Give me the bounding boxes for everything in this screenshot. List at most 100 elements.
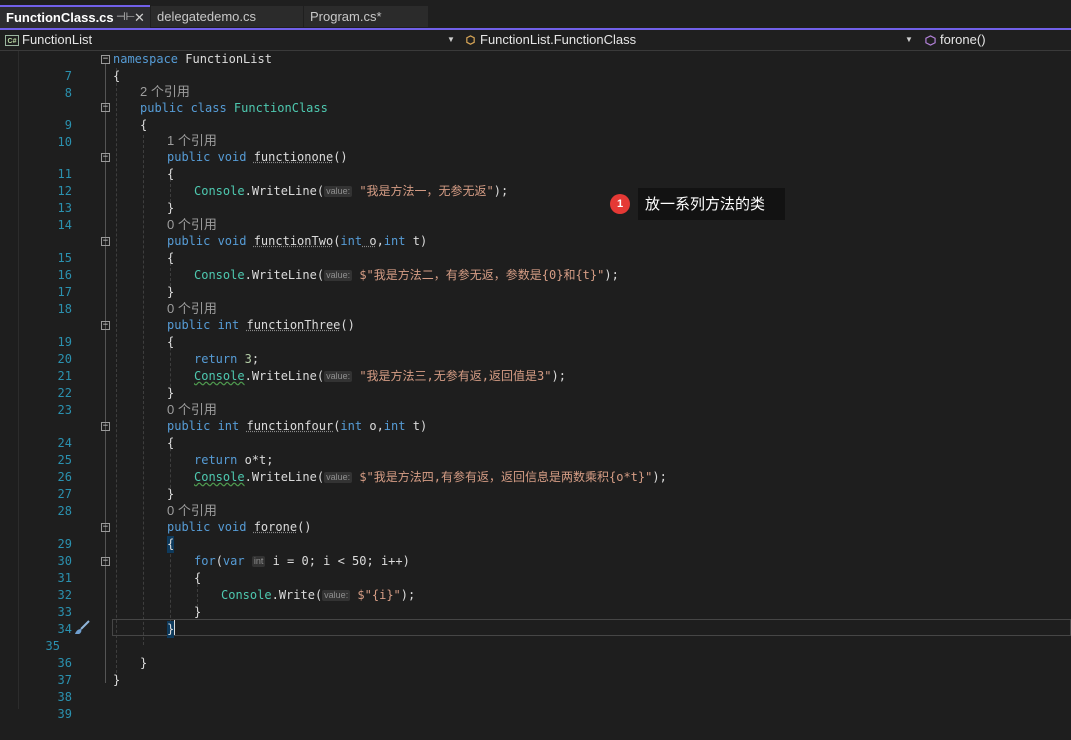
code-line[interactable]: 9 public class FunctionClass <box>0 100 1071 132</box>
reference-count[interactable]: 0 个引用 <box>167 216 217 233</box>
brace: } <box>167 285 175 299</box>
code-line[interactable]: 31 for(var int i = 0; i < 50; i++) <box>0 553 1071 585</box>
punct: . <box>271 588 279 602</box>
code-line[interactable]: 7 namespace FunctionList <box>0 51 1071 83</box>
code-line[interactable]: 18 } <box>0 284 1071 316</box>
reference-count[interactable]: 0 个引用 <box>167 401 217 418</box>
code-line[interactable]: 12 { <box>0 166 1071 198</box>
class-icon <box>466 35 475 45</box>
code-line[interactable]: 39 <box>0 689 1071 721</box>
punct: ); <box>551 369 566 383</box>
code-line[interactable]: 33 Console.Write(value: $"{i}"); <box>0 587 1071 619</box>
code-line[interactable]: 15 public void functionTwo(int o,int t) <box>0 233 1071 265</box>
tab-label: Program.cs* <box>310 9 382 24</box>
method-call: WriteLine <box>251 184 317 198</box>
brace: { <box>167 436 175 450</box>
codelens[interactable]: 0 个引用 <box>0 216 1071 233</box>
code-line[interactable]: 24 public int functionfour(int o,int t) <box>0 418 1071 450</box>
code-line[interactable]: 23 } <box>0 385 1071 417</box>
code-editor[interactable]: − − − − − − − − 7 namespace FunctionList… <box>0 51 1071 721</box>
code-line[interactable]: 32 { <box>0 570 1071 602</box>
punct: ( <box>316 184 325 198</box>
codelens[interactable]: 1 个引用 <box>0 132 1071 149</box>
csharp-project-icon: C# <box>5 35 19 47</box>
codelens[interactable]: 2 个引用 <box>0 83 1071 100</box>
code-line[interactable]: 17 Console.WriteLine(value: $"我是方法二，有参无返… <box>0 267 1071 299</box>
code-line[interactable]: 21 return 3; <box>0 351 1071 383</box>
code-line[interactable]: 27 Console.WriteLine(value: $"我是方法四,有参有返… <box>0 469 1071 501</box>
punct: ( <box>215 554 223 568</box>
tab-delegatedemo[interactable]: delegatedemo.cs <box>151 6 303 27</box>
keyword: public class <box>140 101 234 115</box>
matched-brace: } <box>167 621 175 638</box>
pin-icon[interactable]: ⊣⊢ <box>116 7 135 28</box>
keyword: public void <box>167 234 254 248</box>
codelens[interactable]: 0 个引用 <box>0 502 1071 519</box>
code-line[interactable]: 14 } <box>0 200 1071 232</box>
code-line[interactable]: 28 } <box>0 486 1071 518</box>
keyword: public int <box>167 318 247 332</box>
code-line[interactable]: 29 public void forone() <box>0 519 1071 551</box>
type-name: Console <box>194 369 245 383</box>
brace: { <box>167 335 175 349</box>
brace: } <box>113 673 121 687</box>
punct: . <box>244 184 252 198</box>
inlay-hint: value: <box>324 270 353 281</box>
code-line[interactable]: 30 { <box>0 536 1071 568</box>
code-line[interactable]: 34 } <box>0 604 1071 636</box>
reference-count[interactable]: 2 个引用 <box>140 83 190 100</box>
punct: ( <box>316 470 325 484</box>
code-line[interactable]: 37 } <box>0 655 1071 687</box>
punct: ( <box>314 588 323 602</box>
annotation-badge: 1 <box>610 194 630 214</box>
param-name: o <box>362 419 377 433</box>
punct: ( <box>316 369 325 383</box>
brace: } <box>167 201 175 215</box>
for-clause: i = 0; i < 50; i++) <box>265 554 410 568</box>
method-name: functionfour <box>246 419 334 433</box>
tab-functionclass[interactable]: FunctionClass.cs ⊣⊢ ✕ <box>0 5 150 29</box>
tab-bar: FunctionClass.cs ⊣⊢ ✕ delegatedemo.cs Pr… <box>0 0 1071 29</box>
project-dropdown[interactable]: C# FunctionList ▼ <box>5 30 455 50</box>
punct: ); <box>400 588 416 602</box>
code-line[interactable]: 13 Console.WriteLine(value: "我是方法一，无参无返"… <box>0 183 1071 215</box>
brace: } <box>167 487 175 501</box>
code-line[interactable]: 35 } <box>0 621 1071 653</box>
punct: ; <box>266 453 274 467</box>
reference-count[interactable]: 0 个引用 <box>167 502 217 519</box>
type-dropdown[interactable]: FunctionList.FunctionClass ▼ <box>465 30 915 50</box>
code-line[interactable]: 11 public void functionone() <box>0 149 1071 181</box>
code-line[interactable]: 26 return o*t; <box>0 452 1071 484</box>
params: () <box>297 520 312 534</box>
tab-program[interactable]: Program.cs* <box>304 6 428 27</box>
matched-brace: { <box>167 536 175 553</box>
punct: ( <box>316 268 325 282</box>
type-name: Console <box>221 588 272 602</box>
reference-count[interactable]: 1 个引用 <box>167 132 217 149</box>
punct: ) <box>419 419 428 433</box>
punct: ; <box>251 352 260 366</box>
code-line[interactable]: 20 { <box>0 334 1071 366</box>
codelens[interactable]: 0 个引用 <box>0 300 1071 317</box>
type-name: Console <box>194 470 245 484</box>
inlay-hint: value: <box>322 590 351 601</box>
param-name: o <box>362 234 377 248</box>
annotation-callout: 放一系列方法的类 <box>638 188 785 220</box>
params: () <box>333 150 348 164</box>
code-line[interactable]: 36 <box>0 638 1071 670</box>
code-line[interactable]: 19 public int functionThree() <box>0 317 1071 349</box>
inlay-hint: value: <box>324 186 353 197</box>
reference-count[interactable]: 0 个引用 <box>167 300 217 317</box>
code-line[interactable]: 16 { <box>0 250 1071 282</box>
member-dropdown[interactable]: forone() <box>925 30 1071 50</box>
keyword: int <box>383 419 406 433</box>
method-call: WriteLine <box>251 369 317 383</box>
codelens[interactable]: 0 个引用 <box>0 401 1071 418</box>
code-line[interactable]: 25 { <box>0 435 1071 467</box>
close-icon[interactable]: ✕ <box>134 7 145 28</box>
keyword: namespace <box>113 52 179 66</box>
code-line[interactable]: 22 Console.WriteLine(value: "我是方法三,无参有返,… <box>0 368 1071 400</box>
code-line[interactable]: 38 } <box>0 672 1071 704</box>
number-literal: 3 <box>237 352 252 366</box>
keyword: int <box>340 419 363 433</box>
